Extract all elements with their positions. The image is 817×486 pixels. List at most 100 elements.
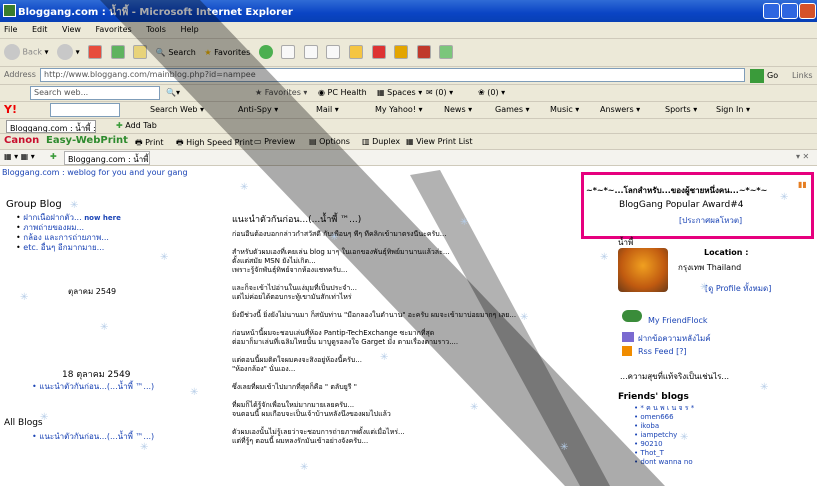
yahoo-answers[interactable]: Answers ▾: [600, 105, 640, 114]
award-title: BlogGang Popular Award#4: [619, 200, 744, 210]
canon-print[interactable]: 🖶 Print: [135, 137, 164, 151]
tab-add-icon[interactable]: ✚: [50, 152, 57, 161]
menu-favorites[interactable]: Favorites: [96, 25, 132, 34]
guestbook-link[interactable]: ฝากข้อความหลังไมค์: [638, 332, 711, 345]
people-icon[interactable]: [439, 45, 454, 59]
group-blog-title: Group Blog: [6, 199, 62, 210]
links-button[interactable]: Links: [792, 71, 813, 80]
messenger-icon[interactable]: [371, 45, 386, 59]
post-line: ก่อนหน้านี้ผมจะชอบเล่นที่ห้อง Pantip-Tec…: [232, 329, 435, 337]
post-line: แต่ที่รู้ๆ ตอนนี้ ผมหลงรักมันเข้าอย่างจั…: [232, 437, 369, 445]
canon-preview[interactable]: ▭ Preview: [254, 137, 295, 146]
canon-toolbar: Canon Easy-WebPrint 🖶 Print 🖶 High Speed…: [0, 134, 817, 150]
menu-view[interactable]: View: [62, 25, 81, 34]
canon-duplex[interactable]: ▥ Duplex: [362, 137, 400, 146]
toolbar-search-icon[interactable]: 🔍▾: [166, 88, 180, 97]
tab-current[interactable]: Bloggang.com : น้ำพี้ :: [6, 120, 96, 133]
group-item[interactable]: • ฝากเนื้อฝากตัว... now here: [16, 213, 121, 223]
star-icon: ★: [204, 47, 212, 57]
rss-link[interactable]: Rss Feed [?]: [638, 347, 687, 356]
toolbar-pc-health[interactable]: ◉ PC Health: [318, 88, 367, 97]
date-entry-link[interactable]: • แนะนำตัวกันก่อน...(...น้ำพี้ ™...): [32, 380, 154, 393]
search-button[interactable]: 🔍 Search: [156, 48, 196, 57]
menu-tools[interactable]: Tools: [146, 25, 166, 34]
go-button[interactable]: Go: [767, 71, 778, 80]
toolbar-spaces[interactable]: ▦ Spaces ▾: [377, 88, 422, 97]
quick-tabs-icon[interactable]: ▦ ▾ ▦ ▾: [4, 152, 35, 161]
page-tab[interactable]: Bloggang.com : น้ำพี้...: [64, 151, 150, 165]
yahoo-signin[interactable]: Sign In ▾: [716, 105, 750, 114]
toolbar-mail[interactable]: ✉ (0) ▾: [426, 88, 453, 97]
post-line: แต่ไม่ค่อยได้ตอบกระทู้เขามันสักเท่าไหร่: [232, 293, 352, 301]
canon-product[interactable]: Easy-WebPrint: [46, 135, 128, 146]
post-line: ตัวผมเองนั้นไม่รู้เลยว่าจะชอบการถ่ายภาพต…: [232, 428, 405, 436]
post-line: ที่ผมก็ได้รู้จักเพื่อนใหม่มากมายเลยครับ.…: [232, 401, 355, 409]
canon-hs-print[interactable]: 🖶 High Speed Print: [176, 137, 253, 151]
toolbar-msn[interactable]: ❀ (0) ▾: [478, 88, 505, 97]
favorites-button[interactable]: ★ Favorites: [204, 48, 250, 57]
menu-edit[interactable]: Edit: [32, 25, 48, 34]
yahoo-music[interactable]: Music ▾: [550, 105, 579, 114]
friendflock-link[interactable]: My FriendFlock: [648, 316, 708, 325]
yahoo-games[interactable]: Games ▾: [495, 105, 530, 114]
go-icon[interactable]: [750, 69, 764, 83]
title-bar: Bloggang.com : น้ำพี้ - Microsoft Intern…: [0, 0, 817, 22]
friend-link[interactable]: • * ฅ น พ เ น จ ร *: [634, 404, 694, 413]
friends-title: Friends' blogs: [618, 392, 689, 402]
refresh-icon[interactable]: [110, 45, 125, 59]
menu-help[interactable]: Help: [180, 25, 198, 34]
friend-link[interactable]: • omen666: [634, 413, 694, 422]
edit-icon[interactable]: [326, 45, 341, 59]
yahoo-logo[interactable]: Y!: [4, 103, 17, 116]
canon-options[interactable]: ▤ Options: [309, 137, 350, 146]
award-result-link[interactable]: [ประกาศผลโหวต]: [679, 214, 742, 227]
post-line: จนตอนนี้ ผมเกือบจะเป็นเจ้าบ้านหลังนึงของ…: [232, 410, 391, 418]
canon-logo: Canon: [4, 135, 40, 146]
print-icon[interactable]: [303, 45, 318, 59]
back-button[interactable]: Back ▾: [4, 44, 49, 60]
yahoo-sports[interactable]: Sports ▾: [665, 105, 697, 114]
post-line: สำหรับตัวผมเองที่เคยเล่น blog มาๆ ในเอกข…: [232, 248, 450, 256]
group-item[interactable]: • etc. อื่นๆ อีกมากมาย...: [16, 243, 121, 253]
home-icon[interactable]: [133, 45, 148, 59]
folder-icon[interactable]: [348, 45, 363, 59]
menu-file[interactable]: File: [4, 25, 17, 34]
address-input[interactable]: http://www.bloggang.com/mainblog.php?id=…: [40, 68, 745, 82]
friend-link[interactable]: • 90210: [634, 440, 694, 449]
toolbar-search-input[interactable]: Search web...: [30, 86, 160, 100]
friend-link[interactable]: • ikoba: [634, 422, 694, 431]
yahoo-antispy[interactable]: Anti-Spy ▾: [238, 105, 278, 114]
group-item[interactable]: • ภาพถ่ายของผม...: [16, 223, 121, 233]
forward-button[interactable]: ▾: [57, 44, 80, 60]
all-blogs-entry-link[interactable]: • แนะนำตัวกันก่อน...(...น้ำพี้ ™...): [32, 430, 154, 443]
friend-link[interactable]: • iampetchy: [634, 431, 694, 440]
minimize-button[interactable]: [763, 3, 780, 19]
profile-link[interactable]: [ดู Profile ทั้งหมด]: [705, 282, 771, 295]
friend-link[interactable]: • dont wanna no: [634, 458, 694, 467]
canon-view-list[interactable]: ▦ View Print List: [406, 137, 473, 146]
address-label: Address: [4, 70, 36, 79]
yahoo-search-button[interactable]: Search Web ▾: [150, 105, 204, 114]
history-icon[interactable]: [258, 45, 273, 59]
post-line: ต่อมาก็มาเล่นที่เฉลิมไทยนั้น มาบูดูรอลงใ…: [232, 338, 459, 346]
friend-link[interactable]: • Thot_T: [634, 449, 694, 458]
yahoo-search-input[interactable]: [50, 103, 120, 117]
rss-icon: [622, 346, 632, 356]
group-item[interactable]: • กล้อง และการถ่ายภาพ...: [16, 233, 121, 243]
page-header-link[interactable]: Bloggang.com : weblog for you and your g…: [2, 168, 188, 177]
friendflock-icon: [622, 310, 642, 322]
stop-icon[interactable]: [88, 45, 103, 59]
tool-icon[interactable]: [416, 45, 431, 59]
toolbar-favorites[interactable]: ★ Favorites ▾: [255, 88, 307, 97]
yahoo-toolbar: Y! Search Web ▾ Anti-Spy ▾ Mail ▾ My Yah…: [0, 102, 817, 119]
add-tab-button[interactable]: ✚ Add Tab: [116, 121, 157, 130]
close-button[interactable]: [799, 3, 816, 19]
yahoo-mail[interactable]: Mail ▾: [316, 105, 339, 114]
yahoo-my-yahoo[interactable]: My Yahoo! ▾: [375, 105, 423, 114]
yahoo-news[interactable]: News ▾: [444, 105, 472, 114]
mail-icon[interactable]: [281, 45, 296, 59]
tab-list-arrow[interactable]: ▾ ✕: [796, 152, 809, 161]
maximize-button[interactable]: [781, 3, 798, 19]
research-icon[interactable]: [394, 45, 409, 59]
post-line: เพราะรู้จักพันธุ์ทิพย์จากห้องแชทครับ...: [232, 266, 348, 274]
